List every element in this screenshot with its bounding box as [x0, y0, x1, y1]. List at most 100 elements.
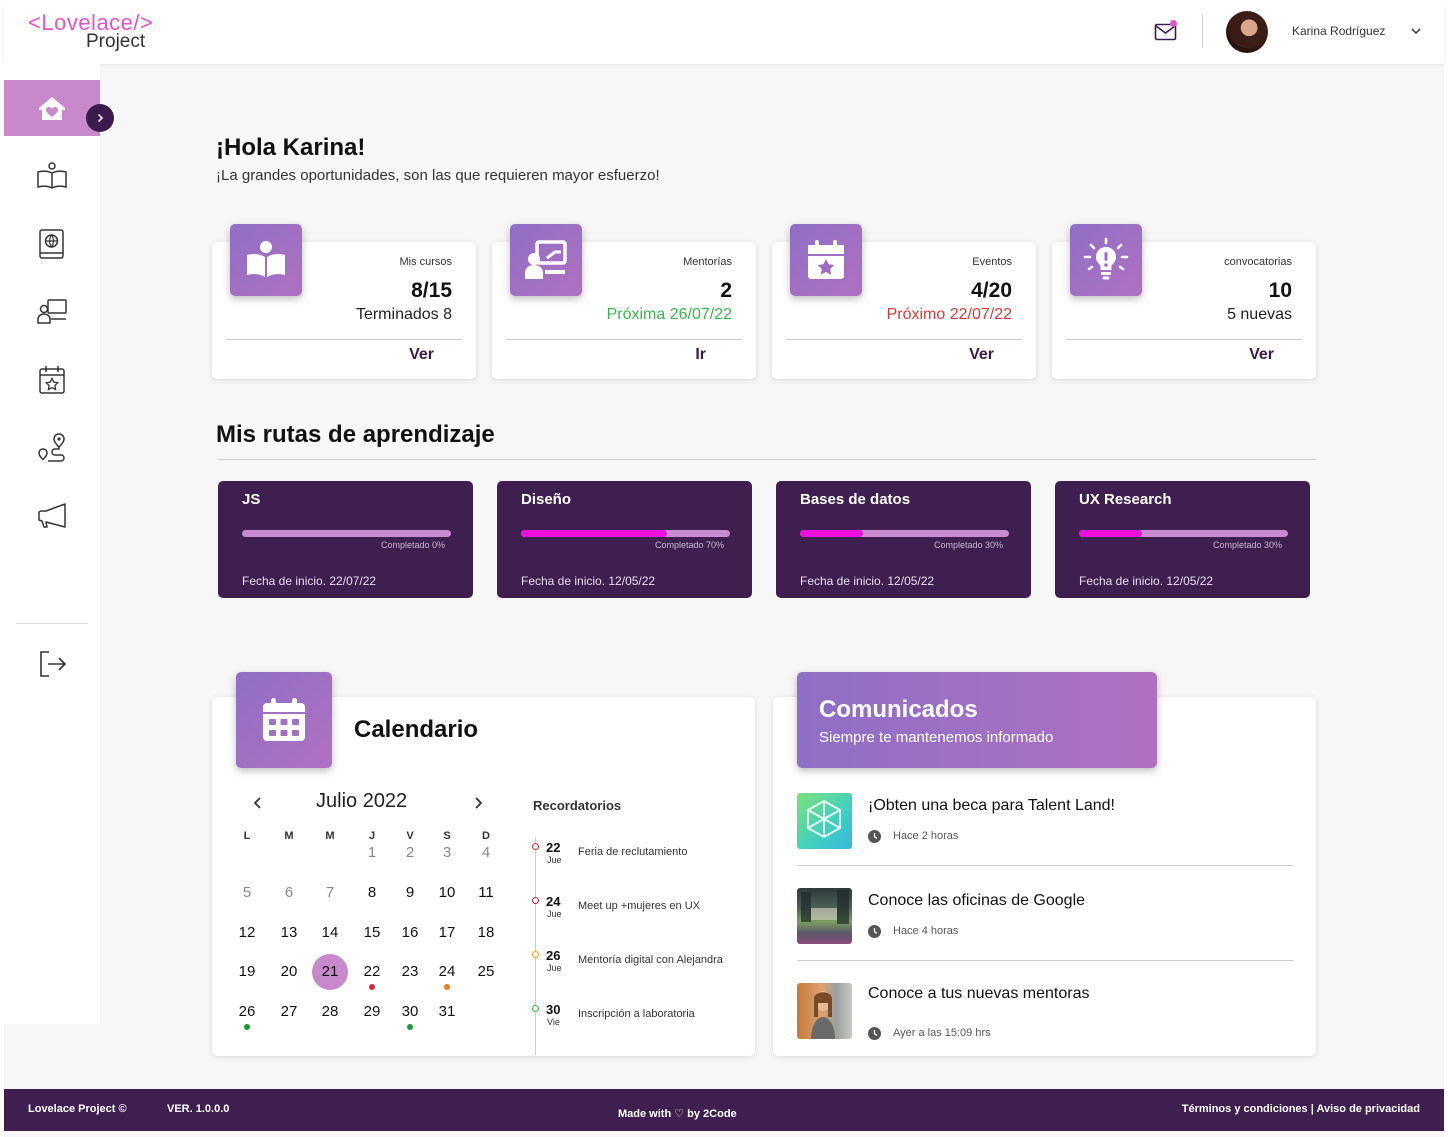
terms-link[interactable]: Términos y condiciones — [1182, 1103, 1308, 1115]
calendar-day[interactable]: 29 — [356, 997, 388, 1027]
clock-icon — [868, 925, 881, 938]
stat-link-button[interactable]: Ver — [969, 346, 994, 364]
reminder-text[interactable]: Meet up +mujeres en UX — [578, 900, 700, 912]
calendar-day[interactable]: 25 — [470, 957, 502, 987]
footer-link-divider: | — [1310, 1103, 1314, 1115]
calendar-day[interactable]: 18 — [470, 918, 502, 948]
chevron-left-icon[interactable] — [250, 795, 266, 811]
calendar-event-dot — [444, 984, 450, 990]
calendar-day[interactable]: 16 — [394, 918, 426, 948]
calendar-day[interactable]: 10 — [431, 878, 463, 908]
reminder-text[interactable]: Mentoría digital con Alejandra — [578, 954, 723, 966]
chevron-right-icon[interactable] — [470, 795, 486, 811]
route-start-date: Fecha de inicio. 22/07/22 — [242, 574, 377, 588]
reminder-dot — [532, 951, 539, 958]
calendar-day[interactable]: 31 — [431, 997, 463, 1027]
calendar-day[interactable]: 15 — [356, 918, 388, 948]
stat-link-button[interactable]: Ver — [1249, 346, 1274, 364]
user-name[interactable]: Karina Rodríguez — [1292, 24, 1385, 38]
stat-link-button[interactable]: Ir — [695, 346, 706, 364]
route-card-js[interactable]: JS Completado 0% Fecha de inicio. 22/07/… — [218, 481, 473, 598]
announcement-thumbnail — [797, 983, 852, 1039]
stat-card-events: Eventos 4/20 Próximo 22/07/22 Ver — [772, 224, 1036, 379]
logo[interactable]: <Lovelace/> Project — [28, 12, 153, 53]
route-card-design[interactable]: Diseño Completado 70% Fecha de inicio. 1… — [497, 481, 752, 598]
calendar-day[interactable]: 22 — [356, 957, 388, 987]
sidebar-item-logout[interactable] — [4, 636, 100, 692]
route-progress-fill — [521, 530, 668, 537]
calendar-day[interactable]: 24 — [431, 957, 463, 987]
calendar-star-icon — [39, 366, 65, 394]
calendar-day[interactable]: 9 — [394, 878, 426, 908]
privacy-link[interactable]: Aviso de privacidad — [1316, 1103, 1420, 1115]
calendar-day[interactable]: 13 — [273, 918, 305, 948]
calendar-day[interactable]: 11 — [470, 878, 502, 908]
calendar-day[interactable]: 8 — [356, 878, 388, 908]
stat-divider — [786, 339, 1022, 340]
announcement-title: Conoce a tus nuevas mentoras — [868, 985, 1090, 1002]
mail-icon[interactable] — [1154, 20, 1178, 42]
reminder-weekday: Jue — [547, 855, 562, 865]
sidebar-item-mentorships[interactable] — [4, 284, 100, 340]
announcement-title: ¡Obten una beca para Talent Land! — [868, 797, 1115, 814]
sidebar-item-routes[interactable] — [4, 420, 100, 476]
route-start-date: Fecha de inicio. 12/05/22 — [521, 574, 656, 588]
calendar-day[interactable]: 2 — [394, 838, 426, 868]
calendar-day[interactable]: 4 — [470, 838, 502, 868]
sidebar — [4, 64, 100, 1024]
route-progress-bar — [1079, 530, 1288, 537]
clock-icon — [868, 1027, 881, 1040]
calendar-day[interactable]: 5 — [231, 878, 263, 908]
stat-divider — [226, 339, 462, 340]
calendar-day[interactable]: 14 — [314, 918, 346, 948]
stat-label: Eventos — [972, 256, 1012, 268]
calendar-title: Calendario — [354, 716, 479, 743]
route-card-databases[interactable]: Bases de datos Completado 30% Fecha de i… — [776, 481, 1031, 598]
reminder-text[interactable]: Feria de reclutamiento — [578, 846, 687, 858]
stat-divider — [1066, 339, 1302, 340]
clock-icon — [868, 830, 881, 843]
announcement-item[interactable]: ¡Obten una beca para Talent Land! Hace 2… — [797, 793, 1293, 853]
announcement-item[interactable]: Conoce las oficinas de Google Hace 4 hor… — [797, 888, 1293, 948]
sidebar-item-events[interactable] — [4, 352, 100, 408]
sidebar-item-courses[interactable] — [4, 148, 100, 204]
calendar-day[interactable]: 7 — [314, 878, 346, 908]
calendar-day[interactable]: 23 — [394, 957, 426, 987]
sidebar-expand-button[interactable] — [86, 104, 114, 132]
route-name: UX Research — [1079, 491, 1172, 508]
calendar-day[interactable]: 6 — [273, 878, 305, 908]
route-card-ux-research[interactable]: UX Research Completado 30% Fecha de inic… — [1055, 481, 1310, 598]
open-book-icon — [37, 162, 67, 189]
calendar-day[interactable]: 3 — [431, 838, 463, 868]
calendar-day[interactable]: 28 — [314, 997, 346, 1027]
route-name: Diseño — [521, 491, 572, 508]
chevron-down-icon[interactable] — [1409, 24, 1423, 38]
reminder-weekday: Jue — [547, 909, 562, 919]
calendar-day[interactable]: 21 — [312, 954, 348, 990]
calendar-day[interactable]: 1 — [356, 838, 388, 868]
book-reader-icon — [230, 224, 302, 296]
announcement-title: Conoce las oficinas de Google — [868, 892, 1086, 909]
announcement-item[interactable]: Conoce a tus nuevas mentoras Ayer a las … — [797, 983, 1293, 1043]
top-header: <Lovelace/> Project Karina Rodríguez — [4, 0, 1444, 64]
calendar-day[interactable]: 12 — [231, 918, 263, 948]
calendar-day[interactable]: 30 — [394, 997, 426, 1027]
reminder-day: 30 — [546, 1002, 561, 1017]
route-progress-label: Completado 0% — [380, 540, 445, 550]
stat-value: 2 — [720, 279, 732, 302]
calendar-day[interactable]: 27 — [273, 997, 305, 1027]
sidebar-item-home[interactable] — [4, 80, 100, 136]
announcement-time: Ayer a las 15:09 hrs — [893, 1027, 991, 1039]
sidebar-item-announcements[interactable] — [4, 488, 100, 544]
stat-value: 4/20 — [971, 279, 1012, 302]
avatar[interactable] — [1226, 11, 1268, 53]
stat-link-button[interactable]: Ver — [409, 346, 434, 364]
reminder-text[interactable]: Inscripción a laboratoria — [578, 1008, 695, 1020]
calendar-day[interactable]: 19 — [231, 957, 263, 987]
footer-version: VER. 1.0.0.0 — [167, 1103, 230, 1115]
sidebar-item-library[interactable] — [4, 216, 100, 272]
calendar-day[interactable]: 20 — [273, 957, 305, 987]
calendar-day[interactable]: 17 — [431, 918, 463, 948]
calendar-day[interactable]: 26 — [231, 997, 263, 1027]
routes-title: Mis rutas de aprendizaje — [216, 421, 495, 448]
